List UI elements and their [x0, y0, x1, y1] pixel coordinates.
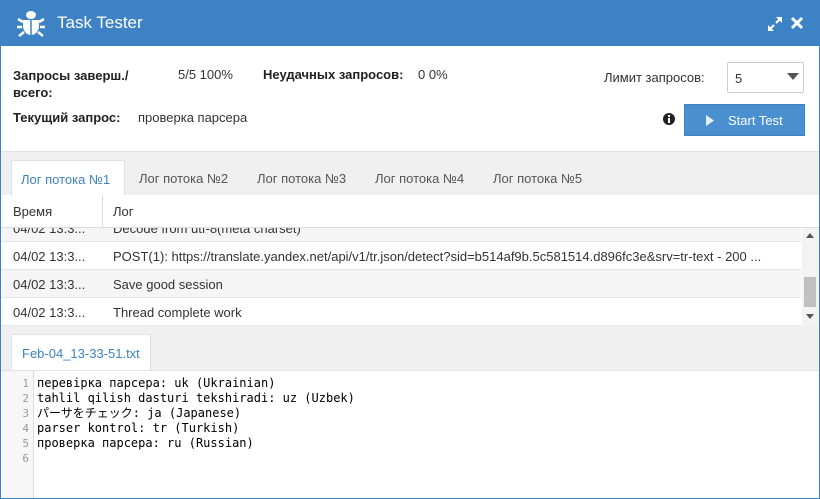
- current-request-value: проверка парсера: [138, 110, 248, 125]
- column-header-time[interactable]: Время: [13, 204, 52, 219]
- close-icon[interactable]: [790, 16, 804, 30]
- line-number: 5: [22, 437, 29, 450]
- log-rows: 04/02 13:3... Decode from utf-8(meta cha…: [1, 214, 801, 326]
- table-row[interactable]: 04/02 13:3... POST(1): https://translate…: [1, 242, 801, 270]
- current-request-label: Текущий запрос:: [13, 110, 121, 125]
- line-number: 1: [22, 377, 29, 390]
- failed-requests-label: Неудачных запросов:: [263, 67, 404, 82]
- log-table: 04/02 13:3... Decode from utf-8(meta cha…: [1, 195, 819, 326]
- request-limit-label: Лимит запросов:: [604, 70, 705, 85]
- column-header-log[interactable]: Лог: [113, 204, 134, 219]
- table-row[interactable]: 04/02 13:3... Save good session: [1, 270, 801, 298]
- code-line[interactable]: проверка парсера: ru (Russian): [37, 436, 254, 451]
- request-limit-select[interactable]: 5: [727, 62, 804, 93]
- code-line[interactable]: tahlil qilish dasturi tekshiradi: uz (Uz…: [37, 391, 355, 406]
- task-tester-window: Task Tester Запросы заверш./ всего: 5/5 …: [0, 0, 820, 499]
- row-time: 04/02 13:3...: [13, 305, 86, 320]
- file-tab[interactable]: Feb-04_13-33-51.txt: [11, 334, 151, 370]
- tab-thread-log-2[interactable]: Лог потока №2: [139, 160, 228, 196]
- completed-requests-value: 5/5 100%: [178, 67, 233, 82]
- scrollbar-thumb[interactable]: [804, 277, 816, 307]
- scroll-down-arrow-icon[interactable]: [806, 314, 814, 319]
- line-number: 2: [22, 392, 29, 405]
- row-message: POST(1): https://translate.yandex.net/ap…: [113, 249, 762, 264]
- info-icon[interactable]: [663, 113, 675, 125]
- window-title: Task Tester: [57, 13, 143, 32]
- code-line[interactable]: parser kontrol: tr (Turkish): [37, 421, 239, 436]
- row-message: Thread complete work: [113, 305, 242, 320]
- chevron-down-icon: [787, 73, 799, 80]
- code-line[interactable]: перевірка парсера: uk (Ukrainian): [37, 376, 275, 391]
- line-number: 4: [22, 422, 29, 435]
- row-message: Save good session: [113, 277, 223, 292]
- line-number: 3: [22, 407, 29, 420]
- start-test-label: Start Test: [728, 113, 783, 128]
- code-line[interactable]: パーサをチェック: ja (Japanese): [37, 406, 241, 421]
- tab-thread-log-5[interactable]: Лог потока №5: [493, 160, 582, 196]
- request-limit-value: 5: [735, 71, 743, 86]
- log-table-header: Время Лог: [1, 195, 819, 228]
- tab-thread-log-4[interactable]: Лог потока №4: [375, 160, 464, 196]
- row-time: 04/02 13:3...: [13, 277, 86, 292]
- table-row[interactable]: 04/02 13:3... Thread complete work: [1, 298, 801, 326]
- row-time: 04/02 13:3...: [13, 249, 86, 264]
- tab-thread-log-1[interactable]: Лог потока №1: [11, 160, 125, 196]
- expand-icon[interactable]: [767, 16, 783, 32]
- column-divider[interactable]: [102, 195, 103, 228]
- file-editor[interactable]: 1 2 3 4 5 6 перевірка парсера: uk (Ukrai…: [1, 370, 819, 498]
- tab-thread-log-3[interactable]: Лог потока №3: [257, 160, 346, 196]
- log-scrollbar[interactable]: [802, 228, 819, 326]
- scroll-up-arrow-icon[interactable]: [806, 233, 814, 238]
- completed-requests-label: Запросы заверш./ всего:: [13, 68, 129, 100]
- file-tabs: Feb-04_13-33-51.txt: [1, 326, 819, 370]
- thread-log-tabs: Лог потока №1 Лог потока №2 Лог потока №…: [1, 151, 819, 196]
- title-bar[interactable]: Task Tester: [1, 1, 819, 46]
- line-number-gutter: 1 2 3 4 5 6: [1, 371, 34, 498]
- bug-icon: [17, 11, 45, 37]
- line-number: 6: [22, 452, 29, 465]
- failed-requests-value: 0 0%: [418, 67, 448, 82]
- play-icon: [706, 115, 714, 126]
- start-test-button[interactable]: Start Test: [684, 104, 805, 136]
